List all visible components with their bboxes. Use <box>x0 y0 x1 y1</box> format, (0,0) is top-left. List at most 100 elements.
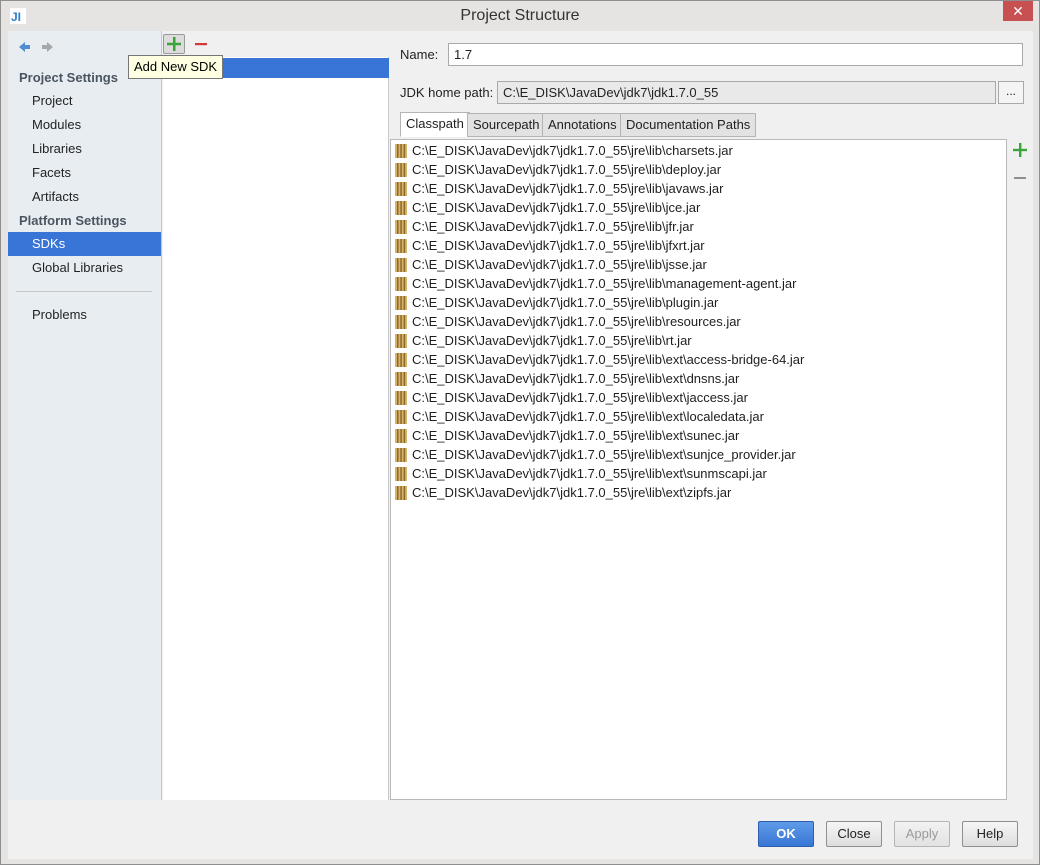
classpath-entry[interactable]: C:\E_DISK\JavaDev\jdk7\jdk1.7.0_55\jre\l… <box>391 294 991 313</box>
add-sdk-button[interactable] <box>163 34 185 54</box>
window-title: Project Structure <box>460 7 580 24</box>
tab-annotations[interactable]: Annotations <box>542 113 623 137</box>
minus-icon <box>1014 177 1026 179</box>
classpath-entry-path: C:\E_DISK\JavaDev\jdk7\jdk1.7.0_55\jre\l… <box>412 428 740 443</box>
classpath-entry-path: C:\E_DISK\JavaDev\jdk7\jdk1.7.0_55\jre\l… <box>412 238 705 253</box>
nav-item-problems[interactable]: Problems <box>8 303 161 327</box>
dialog-content: Project Settings Project Modules Librari… <box>8 31 1033 859</box>
sdk-name-field[interactable]: 1.7 <box>448 43 1023 66</box>
classpath-entry[interactable]: C:\E_DISK\JavaDev\jdk7\jdk1.7.0_55\jre\l… <box>391 484 991 503</box>
jar-archive-icon <box>395 144 407 158</box>
jar-archive-icon <box>395 182 407 196</box>
classpath-entry[interactable]: C:\E_DISK\JavaDev\jdk7\jdk1.7.0_55\jre\l… <box>391 370 991 389</box>
add-classpath-button[interactable] <box>1011 141 1029 159</box>
project-structure-window: JI Project Structure ✕ Project Settings … <box>0 0 1040 865</box>
nav-item-global-libraries[interactable]: Global Libraries <box>8 256 161 280</box>
jar-archive-icon <box>395 467 407 481</box>
classpath-entry-path: C:\E_DISK\JavaDev\jdk7\jdk1.7.0_55\jre\l… <box>412 447 796 462</box>
classpath-entry[interactable]: C:\E_DISK\JavaDev\jdk7\jdk1.7.0_55\jre\l… <box>391 256 991 275</box>
classpath-entry[interactable]: C:\E_DISK\JavaDev\jdk7\jdk1.7.0_55\jre\l… <box>391 427 991 446</box>
nav-item-sdks[interactable]: SDKs <box>8 232 161 256</box>
classpath-entry[interactable]: C:\E_DISK\JavaDev\jdk7\jdk1.7.0_55\jre\l… <box>391 142 991 161</box>
plus-icon <box>167 37 181 51</box>
classpath-entry-path: C:\E_DISK\JavaDev\jdk7\jdk1.7.0_55\jre\l… <box>412 162 722 177</box>
classpath-entry[interactable]: C:\E_DISK\JavaDev\jdk7\jdk1.7.0_55\jre\l… <box>391 161 991 180</box>
jar-archive-icon <box>395 220 407 234</box>
tab-documentation-paths[interactable]: Documentation Paths <box>620 113 757 137</box>
classpath-entry-path: C:\E_DISK\JavaDev\jdk7\jdk1.7.0_55\jre\l… <box>412 371 740 386</box>
name-label: Name: <box>400 47 439 62</box>
jar-archive-icon <box>395 315 407 329</box>
project-settings-heading: Project Settings <box>19 70 118 85</box>
close-button[interactable]: Close <box>826 821 882 847</box>
classpath-entry[interactable]: C:\E_DISK\JavaDev\jdk7\jdk1.7.0_55\jre\l… <box>391 237 991 256</box>
platform-settings-heading: Platform Settings <box>19 213 127 228</box>
plus-icon <box>1013 143 1027 157</box>
jar-archive-icon <box>395 448 407 462</box>
classpath-entry-path: C:\E_DISK\JavaDev\jdk7\jdk1.7.0_55\jre\l… <box>412 466 767 481</box>
classpath-entry[interactable]: C:\E_DISK\JavaDev\jdk7\jdk1.7.0_55\jre\l… <box>391 446 991 465</box>
classpath-entry[interactable]: C:\E_DISK\JavaDev\jdk7\jdk1.7.0_55\jre\l… <box>391 465 991 484</box>
classpath-entry-path: C:\E_DISK\JavaDev\jdk7\jdk1.7.0_55\jre\l… <box>412 143 733 158</box>
ok-button[interactable]: OK <box>758 821 814 847</box>
classpath-entry-path: C:\E_DISK\JavaDev\jdk7\jdk1.7.0_55\jre\l… <box>412 200 701 215</box>
tab-classpath[interactable]: Classpath <box>400 112 470 137</box>
settings-navigation: Project Settings Project Modules Librari… <box>8 31 162 800</box>
title-bar: JI Project Structure ✕ <box>1 1 1039 31</box>
classpath-entry-path: C:\E_DISK\JavaDev\jdk7\jdk1.7.0_55\jre\l… <box>412 314 741 329</box>
window-close-button[interactable]: ✕ <box>1003 1 1033 21</box>
jar-archive-icon <box>395 372 407 386</box>
classpath-entry[interactable]: C:\E_DISK\JavaDev\jdk7\jdk1.7.0_55\jre\l… <box>391 408 991 427</box>
nav-item-facets[interactable]: Facets <box>8 161 161 185</box>
remove-sdk-button[interactable] <box>191 34 211 54</box>
classpath-entry-path: C:\E_DISK\JavaDev\jdk7\jdk1.7.0_55\jre\l… <box>412 333 692 348</box>
jar-archive-icon <box>395 429 407 443</box>
minus-icon <box>195 43 207 46</box>
classpath-entry[interactable]: C:\E_DISK\JavaDev\jdk7\jdk1.7.0_55\jre\l… <box>391 199 991 218</box>
classpath-entry[interactable]: C:\E_DISK\JavaDev\jdk7\jdk1.7.0_55\jre\l… <box>391 275 991 294</box>
nav-item-modules[interactable]: Modules <box>8 113 161 137</box>
classpath-entry[interactable]: C:\E_DISK\JavaDev\jdk7\jdk1.7.0_55\jre\l… <box>391 218 991 237</box>
classpath-entry-path: C:\E_DISK\JavaDev\jdk7\jdk1.7.0_55\jre\l… <box>412 276 797 291</box>
classpath-entry-path: C:\E_DISK\JavaDev\jdk7\jdk1.7.0_55\jre\l… <box>412 181 724 196</box>
browse-button[interactable]: ... <box>998 81 1024 104</box>
sdk-list-panel <box>163 31 389 800</box>
jar-archive-icon <box>395 277 407 291</box>
nav-item-artifacts[interactable]: Artifacts <box>8 185 161 209</box>
jdk-home-path-field[interactable]: C:\E_DISK\JavaDev\jdk7\jdk1.7.0_55 <box>497 81 996 104</box>
jar-archive-icon <box>395 239 407 253</box>
classpath-entry-path: C:\E_DISK\JavaDev\jdk7\jdk1.7.0_55\jre\l… <box>412 352 805 367</box>
back-arrow-icon[interactable] <box>16 39 32 55</box>
apply-button[interactable]: Apply <box>894 821 950 847</box>
jar-archive-icon <box>395 258 407 272</box>
sdk-toolbar <box>163 31 389 57</box>
jdk-home-path-label: JDK home path: <box>400 85 494 100</box>
jar-archive-icon <box>395 410 407 424</box>
classpath-entry-path: C:\E_DISK\JavaDev\jdk7\jdk1.7.0_55\jre\l… <box>412 485 732 500</box>
help-button[interactable]: Help <box>962 821 1018 847</box>
classpath-entry[interactable]: C:\E_DISK\JavaDev\jdk7\jdk1.7.0_55\jre\l… <box>391 332 991 351</box>
jar-archive-icon <box>395 334 407 348</box>
nav-item-project[interactable]: Project <box>8 89 161 113</box>
jar-archive-icon <box>395 163 407 177</box>
jar-archive-icon <box>395 391 407 405</box>
classpath-entry[interactable]: C:\E_DISK\JavaDev\jdk7\jdk1.7.0_55\jre\l… <box>391 180 991 199</box>
sdk-detail-panel: Name: 1.7 JDK home path: C:\E_DISK\JavaD… <box>390 31 1033 859</box>
classpath-entry-path: C:\E_DISK\JavaDev\jdk7\jdk1.7.0_55\jre\l… <box>412 257 707 272</box>
classpath-entry[interactable]: C:\E_DISK\JavaDev\jdk7\jdk1.7.0_55\jre\l… <box>391 351 991 370</box>
remove-classpath-button[interactable] <box>1011 169 1029 187</box>
classpath-entry[interactable]: C:\E_DISK\JavaDev\jdk7\jdk1.7.0_55\jre\l… <box>391 389 991 408</box>
classpath-list[interactable]: C:\E_DISK\JavaDev\jdk7\jdk1.7.0_55\jre\l… <box>390 139 1007 800</box>
classpath-entry-path: C:\E_DISK\JavaDev\jdk7\jdk1.7.0_55\jre\l… <box>412 295 719 310</box>
jar-archive-icon <box>395 486 407 500</box>
nav-divider <box>16 291 152 292</box>
nav-item-libraries[interactable]: Libraries <box>8 137 161 161</box>
add-new-sdk-tooltip: Add New SDK <box>128 55 224 79</box>
tab-sourcepath[interactable]: Sourcepath <box>467 113 546 137</box>
classpath-entry-path: C:\E_DISK\JavaDev\jdk7\jdk1.7.0_55\jre\l… <box>412 409 764 424</box>
jar-archive-icon <box>395 353 407 367</box>
jar-archive-icon <box>395 201 407 215</box>
forward-arrow-icon[interactable] <box>40 39 56 55</box>
classpath-entry-path: C:\E_DISK\JavaDev\jdk7\jdk1.7.0_55\jre\l… <box>412 219 694 234</box>
classpath-entry[interactable]: C:\E_DISK\JavaDev\jdk7\jdk1.7.0_55\jre\l… <box>391 313 991 332</box>
